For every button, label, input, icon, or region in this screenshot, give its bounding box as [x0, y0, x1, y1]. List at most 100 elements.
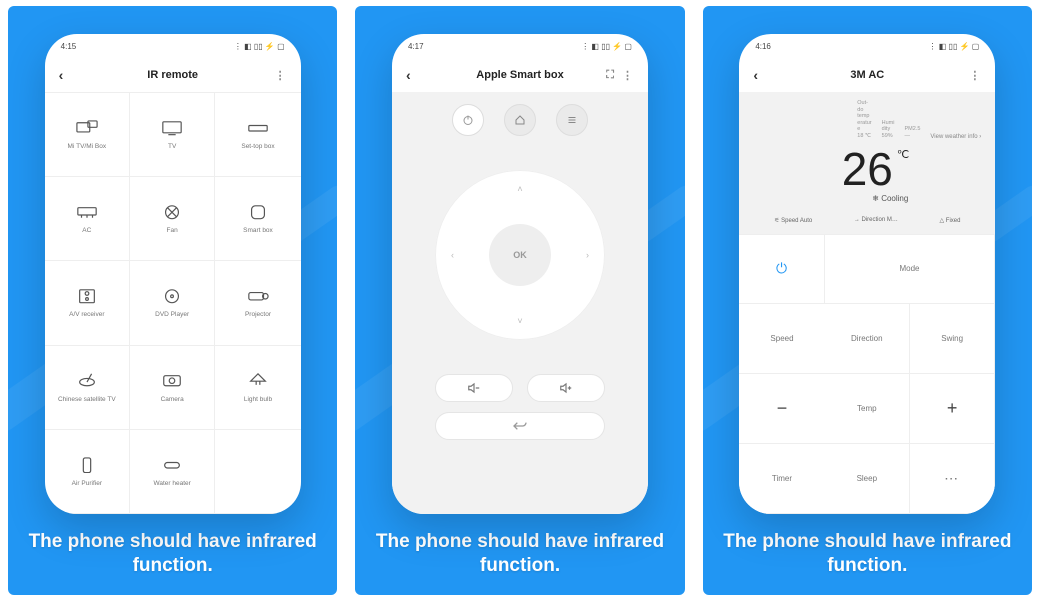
ac-controls-grid: ⏻ Mode Speed Direction Swing − Temp + Ti…	[739, 234, 995, 514]
ac-status-area: Out- do temp eratur e18 ℃ Humi dity59% P…	[739, 92, 995, 234]
back-icon[interactable]: ‹	[406, 67, 411, 83]
panel-caption: The phone should have infrared function.	[703, 530, 1032, 578]
temp-down-button[interactable]: −	[739, 374, 824, 444]
device-av[interactable]: A/V receiver	[45, 261, 130, 345]
temperature-unit: ℃	[897, 150, 909, 161]
outdoor-temp: Out- do temp eratur e18 ℃	[857, 100, 871, 140]
device-label: A/V receiver	[69, 311, 104, 318]
remote-body: ˄ ˅ ‹ › OK	[392, 92, 648, 514]
smartbox-icon	[247, 203, 269, 221]
clock: 4:17	[408, 42, 424, 51]
device-mi-tv[interactable]: Mi TV/Mi Box	[45, 93, 130, 177]
expand-icon[interactable]: ⛶	[606, 69, 614, 82]
settop-icon	[247, 119, 269, 137]
snowflake-icon: ❄	[872, 194, 879, 203]
page-title: IR remote	[147, 69, 198, 81]
device-label: Chinese satellite TV	[58, 396, 116, 403]
mode-button[interactable]: Mode	[825, 235, 996, 305]
phone-notch	[133, 34, 213, 46]
more-button[interactable]: ⋯	[910, 444, 995, 514]
device-dvd[interactable]: DVD Player	[130, 261, 215, 345]
ac-state: ❄ Cooling	[753, 194, 981, 203]
more-icon[interactable]: ⋮	[275, 69, 287, 82]
dpad-down[interactable]: ˅	[517, 316, 522, 326]
mitv-icon	[76, 119, 98, 137]
device-smartbox[interactable]: Smart box	[215, 177, 300, 261]
temp-up-button[interactable]: +	[910, 374, 995, 444]
direction-button[interactable]: Direction	[825, 304, 910, 374]
page-title: 3M AC	[850, 69, 884, 81]
back-icon[interactable]: ‹	[753, 67, 758, 83]
volume-up-button[interactable]	[527, 374, 605, 402]
clock: 4:16	[755, 42, 771, 51]
clock: 4:15	[61, 42, 77, 51]
swing-button[interactable]: Swing	[910, 304, 995, 374]
phone-frame: 4:17 ⋮ ◧ ▯▯ ⚡ ▢ ‹ Apple Smart box ⛶ ⋮ ˄ …	[392, 34, 648, 514]
dvd-icon	[161, 287, 183, 305]
app-bar: ‹ IR remote ⋮	[45, 58, 301, 92]
fan-icon	[161, 203, 183, 221]
mode-summary-row: ⚟ Speed Auto → Direction M… △ Fixed	[753, 217, 981, 224]
device-purifier[interactable]: Air Purifier	[45, 430, 130, 514]
device-label: Air Purifier	[72, 480, 102, 487]
volume-row	[435, 374, 605, 402]
direction-summary: → Direction M…	[854, 217, 898, 224]
app-bar: ‹ Apple Smart box ⛶ ⋮	[392, 58, 648, 92]
phone-notch	[480, 34, 560, 46]
device-ac[interactable]: AC	[45, 177, 130, 261]
app-bar-actions: ⛶ ⋮	[606, 69, 634, 82]
weather-info-link[interactable]: View weather info ›	[930, 134, 981, 140]
device-label: TV	[168, 143, 176, 150]
device-label: Water heater	[153, 480, 190, 487]
device-waterheater[interactable]: Water heater	[130, 430, 215, 514]
device-settop[interactable]: Set-top box	[215, 93, 300, 177]
device-label: Set-top box	[241, 143, 274, 150]
sleep-button[interactable]: Sleep	[825, 444, 910, 514]
menu-button[interactable]	[556, 104, 588, 136]
ac-pane: Out- do temp eratur e18 ℃ Humi dity59% P…	[739, 92, 995, 514]
device-camera[interactable]: Camera	[130, 346, 215, 430]
more-icon[interactable]: ⋮	[622, 69, 634, 82]
device-tv[interactable]: TV	[130, 93, 215, 177]
device-lightbulb[interactable]: Light bulb	[215, 346, 300, 430]
device-satellite[interactable]: Chinese satellite TV	[45, 346, 130, 430]
dpad-ok[interactable]: OK	[489, 224, 551, 286]
swing-summary: △ Fixed	[940, 217, 961, 224]
app-bar-actions: ⋮	[275, 69, 287, 82]
panel-caption: The phone should have infrared function.	[8, 530, 337, 578]
screenshot-panel-ir-remote: 4:15 ⋮ ◧ ▯▯ ⚡ ▢ ‹ IR remote ⋮ Mi TV/Mi B…	[8, 6, 337, 595]
more-icon[interactable]: ⋮	[969, 69, 981, 82]
dpad-right[interactable]: ›	[586, 250, 589, 260]
device-label: Camera	[161, 396, 184, 403]
phone-frame: 4:15 ⋮ ◧ ▯▯ ⚡ ▢ ‹ IR remote ⋮ Mi TV/Mi B…	[45, 34, 301, 514]
phone-frame: 4:16 ⋮ ◧ ▯▯ ⚡ ▢ ‹ 3M AC ⋮ Out- do temp e…	[739, 34, 995, 514]
page-title: Apple Smart box	[476, 69, 563, 81]
dpad: ˄ ˅ ‹ › OK	[435, 170, 605, 340]
volume-down-button[interactable]	[435, 374, 513, 402]
top-button-row	[452, 104, 588, 136]
temperature-display: 26℃	[753, 146, 981, 192]
timer-button[interactable]: Timer	[739, 444, 824, 514]
pm25: PM2.5—	[904, 126, 920, 139]
status-icons: ⋮ ◧ ▯▯ ⚡ ▢	[929, 42, 980, 51]
speed-button[interactable]: Speed	[739, 304, 824, 374]
power-button[interactable]	[452, 104, 484, 136]
device-fan[interactable]: Fan	[130, 177, 215, 261]
panel-caption: The phone should have infrared function.	[355, 530, 684, 578]
ac-icon	[76, 203, 98, 221]
phone-notch	[827, 34, 907, 46]
home-button[interactable]	[504, 104, 536, 136]
ok-label: OK	[513, 250, 527, 260]
device-empty	[215, 430, 300, 514]
temp-label: Temp	[825, 374, 910, 444]
device-label: Light bulb	[244, 396, 272, 403]
back-remote-button[interactable]	[435, 412, 605, 440]
back-icon[interactable]: ‹	[59, 67, 64, 83]
speed-summary: ⚟ Speed Auto	[774, 217, 812, 224]
power-button[interactable]: ⏻	[739, 235, 824, 305]
dpad-up[interactable]: ˄	[517, 184, 522, 194]
device-projector[interactable]: Projector	[215, 261, 300, 345]
dpad-left[interactable]: ‹	[451, 250, 454, 260]
device-label: Smart box	[243, 227, 273, 234]
status-icons: ⋮ ◧ ▯▯ ⚡ ▢	[581, 42, 632, 51]
